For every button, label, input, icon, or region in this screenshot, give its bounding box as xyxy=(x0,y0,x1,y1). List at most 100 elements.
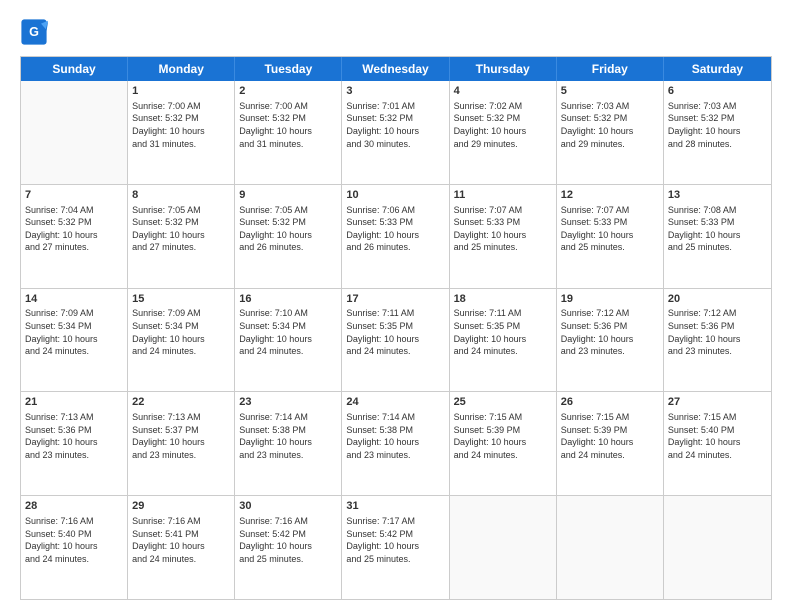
table-row: 31Sunrise: 7:17 AMSunset: 5:42 PMDayligh… xyxy=(342,496,449,599)
cell-info: Sunrise: 7:12 AMSunset: 5:36 PMDaylight:… xyxy=(668,307,767,357)
table-row xyxy=(557,496,664,599)
table-row: 7Sunrise: 7:04 AMSunset: 5:32 PMDaylight… xyxy=(21,185,128,288)
table-row: 25Sunrise: 7:15 AMSunset: 5:39 PMDayligh… xyxy=(450,392,557,495)
day-number: 5 xyxy=(561,84,659,99)
cell-info: Sunrise: 7:10 AMSunset: 5:34 PMDaylight:… xyxy=(239,307,337,357)
cell-info: Sunrise: 7:17 AMSunset: 5:42 PMDaylight:… xyxy=(346,515,444,565)
day-number: 19 xyxy=(561,292,659,307)
table-row: 16Sunrise: 7:10 AMSunset: 5:34 PMDayligh… xyxy=(235,289,342,392)
day-number: 21 xyxy=(25,395,123,410)
day-number: 18 xyxy=(454,292,552,307)
header-day-monday: Monday xyxy=(128,57,235,81)
table-row xyxy=(664,496,771,599)
table-row xyxy=(21,81,128,184)
calendar: SundayMondayTuesdayWednesdayThursdayFrid… xyxy=(20,56,772,600)
cell-info: Sunrise: 7:01 AMSunset: 5:32 PMDaylight:… xyxy=(346,100,444,150)
header: G xyxy=(20,18,772,46)
day-number: 3 xyxy=(346,84,444,99)
table-row: 8Sunrise: 7:05 AMSunset: 5:32 PMDaylight… xyxy=(128,185,235,288)
day-number: 14 xyxy=(25,292,123,307)
page: G SundayMondayTuesdayWednesdayThursdayFr… xyxy=(0,0,792,612)
calendar-row-3: 21Sunrise: 7:13 AMSunset: 5:36 PMDayligh… xyxy=(21,391,771,495)
day-number: 15 xyxy=(132,292,230,307)
cell-info: Sunrise: 7:16 AMSunset: 5:41 PMDaylight:… xyxy=(132,515,230,565)
cell-info: Sunrise: 7:09 AMSunset: 5:34 PMDaylight:… xyxy=(132,307,230,357)
table-row: 10Sunrise: 7:06 AMSunset: 5:33 PMDayligh… xyxy=(342,185,449,288)
day-number: 17 xyxy=(346,292,444,307)
cell-info: Sunrise: 7:15 AMSunset: 5:39 PMDaylight:… xyxy=(454,411,552,461)
day-number: 7 xyxy=(25,188,123,203)
day-number: 13 xyxy=(668,188,767,203)
cell-info: Sunrise: 7:07 AMSunset: 5:33 PMDaylight:… xyxy=(454,204,552,254)
table-row: 26Sunrise: 7:15 AMSunset: 5:39 PMDayligh… xyxy=(557,392,664,495)
calendar-body: 1 Sunrise: 7:00 AMSunset: 5:32 PMDaylight… xyxy=(21,81,771,599)
table-row: 29Sunrise: 7:16 AMSunset: 5:41 PMDayligh… xyxy=(128,496,235,599)
table-row: 27Sunrise: 7:15 AMSunset: 5:40 PMDayligh… xyxy=(664,392,771,495)
day-number: 20 xyxy=(668,292,767,307)
day-number: 8 xyxy=(132,188,230,203)
day-number: 24 xyxy=(346,395,444,410)
calendar-row-1: 7Sunrise: 7:04 AMSunset: 5:32 PMDaylight… xyxy=(21,184,771,288)
cell-info: Sunrise: 7:05 AMSunset: 5:32 PMDaylight:… xyxy=(132,204,230,254)
day-number: 2 xyxy=(239,84,337,99)
cell-info: Sunrise: 7:12 AMSunset: 5:36 PMDaylight:… xyxy=(561,307,659,357)
table-row: 4Sunrise: 7:02 AMSunset: 5:32 PMDaylight… xyxy=(450,81,557,184)
table-row: 30Sunrise: 7:16 AMSunset: 5:42 PMDayligh… xyxy=(235,496,342,599)
table-row: 20Sunrise: 7:12 AMSunset: 5:36 PMDayligh… xyxy=(664,289,771,392)
header-day-saturday: Saturday xyxy=(664,57,771,81)
table-row: 15Sunrise: 7:09 AMSunset: 5:34 PMDayligh… xyxy=(128,289,235,392)
header-day-friday: Friday xyxy=(557,57,664,81)
cell-info: Sunrise: 7:03 AMSunset: 5:32 PMDaylight:… xyxy=(668,100,767,150)
cell-info: Sunrise: 7:13 AMSunset: 5:37 PMDaylight:… xyxy=(132,411,230,461)
header-day-tuesday: Tuesday xyxy=(235,57,342,81)
day-number: 31 xyxy=(346,499,444,514)
calendar-row-0: 1 Sunrise: 7:00 AMSunset: 5:32 PMDaylight… xyxy=(21,81,771,184)
cell-info: Sunrise: 7:06 AMSunset: 5:33 PMDaylight:… xyxy=(346,204,444,254)
table-row: 9Sunrise: 7:05 AMSunset: 5:32 PMDaylight… xyxy=(235,185,342,288)
day-number: 4 xyxy=(454,84,552,99)
cell-info: Sunrise: 7:02 AMSunset: 5:32 PMDaylight:… xyxy=(454,100,552,150)
day-number: 23 xyxy=(239,395,337,410)
cell-info: Sunrise: 7:16 AMSunset: 5:40 PMDaylight:… xyxy=(25,515,123,565)
calendar-header: SundayMondayTuesdayWednesdayThursdayFrid… xyxy=(21,57,771,81)
table-row: 11Sunrise: 7:07 AMSunset: 5:33 PMDayligh… xyxy=(450,185,557,288)
cell-info: Sunrise: 7:08 AMSunset: 5:33 PMDaylight:… xyxy=(668,204,767,254)
day-number: 26 xyxy=(561,395,659,410)
cell-info: Sunrise: 7:11 AMSunset: 5:35 PMDaylight:… xyxy=(346,307,444,357)
cell-info: Sunrise: 7:14 AMSunset: 5:38 PMDaylight:… xyxy=(346,411,444,461)
day-number: 11 xyxy=(454,188,552,203)
cell-info: Sunrise: 7:03 AMSunset: 5:32 PMDaylight:… xyxy=(561,100,659,150)
table-row: 1Sunrise: 7:00 AMSunset: 5:32 PMDaylight… xyxy=(128,81,235,184)
calendar-row-2: 14 Sunrise: 7:09 AMSunset: 5:34 PMDayligh… xyxy=(21,288,771,392)
cell-info: Sunrise: 7:14 AMSunset: 5:38 PMDaylight:… xyxy=(239,411,337,461)
cell-info: Sunrise: 7:15 AMSunset: 5:40 PMDaylight:… xyxy=(668,411,767,461)
table-row: 13Sunrise: 7:08 AMSunset: 5:33 PMDayligh… xyxy=(664,185,771,288)
cell-info: Sunrise: 7:07 AMSunset: 5:33 PMDaylight:… xyxy=(561,204,659,254)
table-row: 3Sunrise: 7:01 AMSunset: 5:32 PMDaylight… xyxy=(342,81,449,184)
cell-info: Sunrise: 7:15 AMSunset: 5:39 PMDaylight:… xyxy=(561,411,659,461)
day-number: 1 xyxy=(132,84,230,99)
day-number: 27 xyxy=(668,395,767,410)
day-number: 6 xyxy=(668,84,767,99)
table-row: 12Sunrise: 7:07 AMSunset: 5:33 PMDayligh… xyxy=(557,185,664,288)
day-number: 9 xyxy=(239,188,337,203)
header-day-thursday: Thursday xyxy=(450,57,557,81)
cell-info: Sunrise: 7:16 AMSunset: 5:42 PMDaylight:… xyxy=(239,515,337,565)
cell-info: Sunrise: 7:00 AMSunset: 5:32 PMDaylight:… xyxy=(239,100,337,150)
day-number: 25 xyxy=(454,395,552,410)
day-number: 22 xyxy=(132,395,230,410)
logo: G xyxy=(20,18,50,46)
table-row: 28Sunrise: 7:16 AMSunset: 5:40 PMDayligh… xyxy=(21,496,128,599)
table-row: 6Sunrise: 7:03 AMSunset: 5:32 PMDaylight… xyxy=(664,81,771,184)
cell-info: Sunrise: 7:04 AMSunset: 5:32 PMDaylight:… xyxy=(25,204,123,254)
table-row: 14Sunrise: 7:09 AMSunset: 5:34 PMDayligh… xyxy=(21,289,128,392)
header-day-sunday: Sunday xyxy=(21,57,128,81)
table-row xyxy=(450,496,557,599)
day-number: 29 xyxy=(132,499,230,514)
cell-info: Sunrise: 7:13 AMSunset: 5:36 PMDaylight:… xyxy=(25,411,123,461)
logo-icon: G xyxy=(20,18,48,46)
table-row: 24Sunrise: 7:14 AMSunset: 5:38 PMDayligh… xyxy=(342,392,449,495)
day-number: 12 xyxy=(561,188,659,203)
table-row: 2Sunrise: 7:00 AMSunset: 5:32 PMDaylight… xyxy=(235,81,342,184)
table-row: 17Sunrise: 7:11 AMSunset: 5:35 PMDayligh… xyxy=(342,289,449,392)
